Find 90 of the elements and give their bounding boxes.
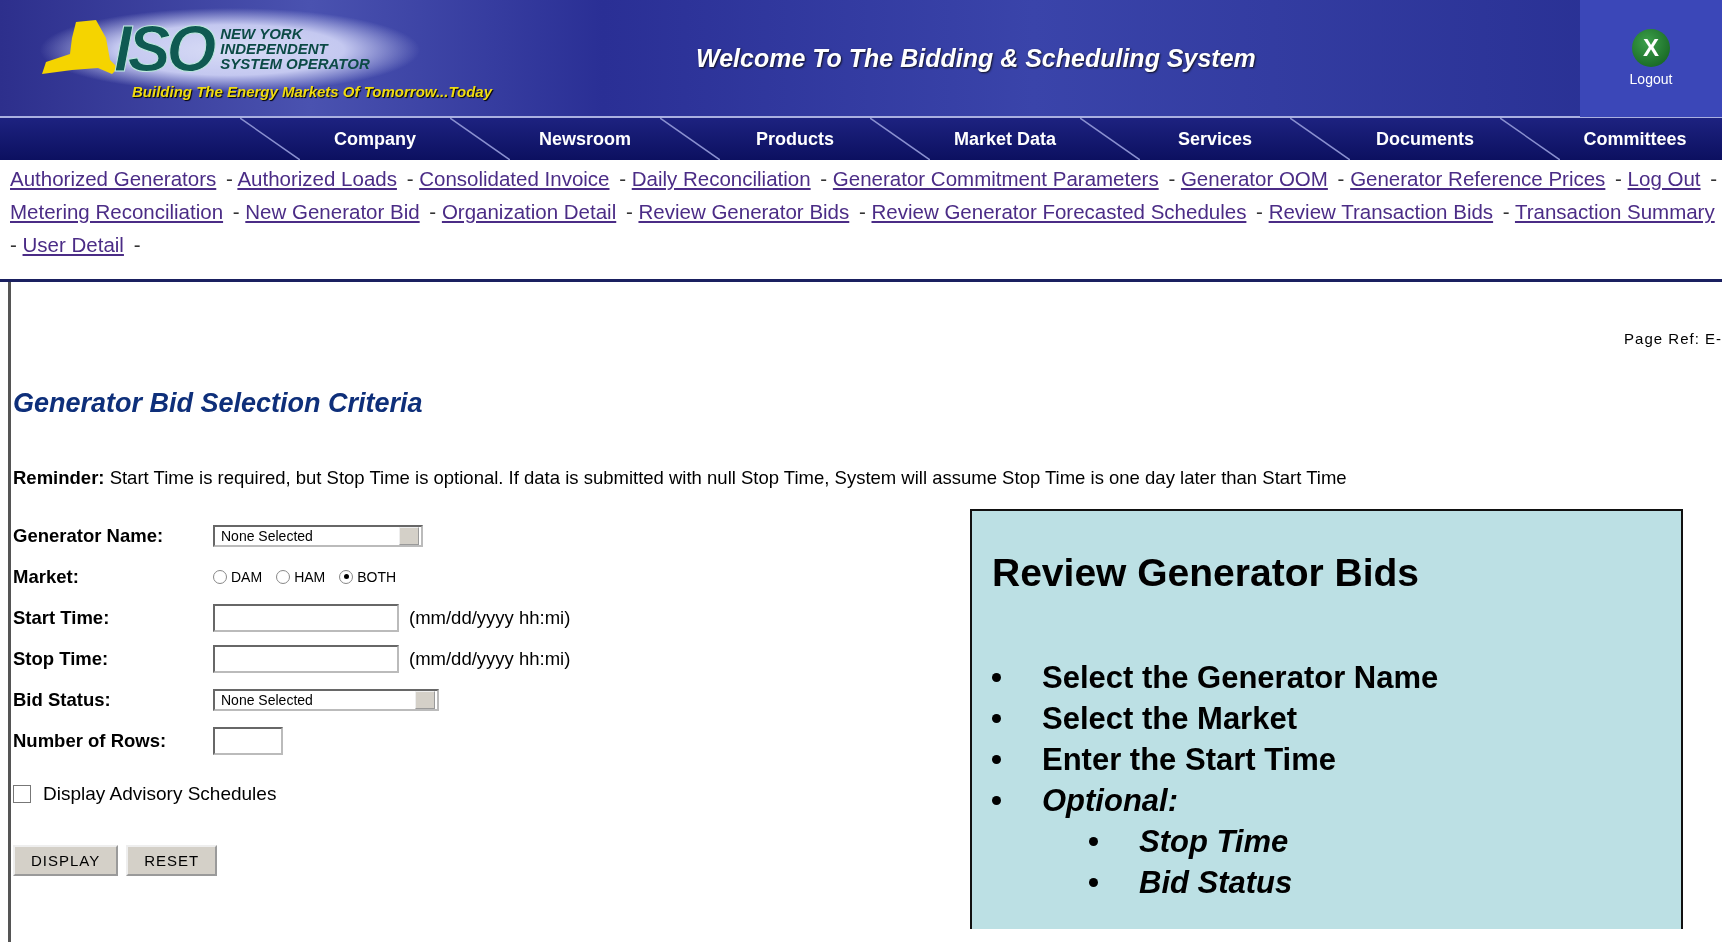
field-label: Stop Time: bbox=[13, 647, 110, 670]
checkbox[interactable] bbox=[13, 785, 31, 803]
logout-label[interactable]: Logout bbox=[1629, 71, 1673, 87]
step-text: Bid Status bbox=[1139, 864, 1293, 902]
link-separator: - bbox=[1337, 167, 1345, 190]
nav-item[interactable]: Newsroom bbox=[510, 128, 660, 150]
field-label: Bid Status: bbox=[13, 688, 112, 711]
link-separator: - bbox=[10, 233, 17, 256]
form-button[interactable]: DISPLAY bbox=[13, 845, 119, 876]
section-heading: Generator Bid Selection Criteria bbox=[13, 388, 424, 419]
nav-item[interactable]: Products bbox=[720, 128, 870, 150]
nav-link[interactable]: Transaction Summary bbox=[1514, 200, 1719, 223]
radio-label: BOTH bbox=[357, 568, 397, 585]
nav-link[interactable]: Daily Reconciliation bbox=[631, 167, 815, 190]
bullet-icon bbox=[1089, 837, 1098, 846]
page-ref: Page Ref: E- bbox=[1624, 330, 1722, 347]
link-separator: - bbox=[1168, 167, 1176, 190]
nav-divider bbox=[1080, 118, 1140, 160]
logo-text: SYSTEM OPERATOR bbox=[220, 56, 370, 71]
nav-link[interactable]: Authorized Loads bbox=[237, 167, 401, 190]
nav-link[interactable]: Metering Reconciliation bbox=[10, 200, 228, 223]
bullet-icon bbox=[992, 714, 1001, 723]
checkbox-label: Display Advisory Schedules bbox=[43, 783, 277, 805]
nav-divider bbox=[450, 118, 510, 160]
nav-link[interactable]: Consolidated Invoice bbox=[419, 167, 614, 190]
field-label: Generator Name: bbox=[13, 524, 165, 547]
dropdown[interactable]: None Selected bbox=[213, 688, 439, 711]
nav-divider bbox=[1290, 118, 1350, 160]
field-label: Start Time: bbox=[13, 606, 111, 629]
nav-link[interactable]: Generator OOM bbox=[1180, 167, 1332, 190]
tagline: Building The Energy Markets Of Tomorrow...Today bbox=[132, 82, 494, 100]
bullet-icon bbox=[992, 796, 1001, 805]
field-label: Market: bbox=[13, 565, 80, 588]
bullet-icon bbox=[992, 673, 1001, 682]
nav-link[interactable]: New Generator Bid bbox=[245, 200, 424, 223]
nav-link[interactable]: Authorized Generators bbox=[10, 167, 221, 190]
link-separator: - bbox=[406, 167, 414, 190]
dropdown[interactable]: None Selected bbox=[213, 524, 423, 547]
link-separator: - bbox=[1615, 167, 1622, 190]
link-separator: - bbox=[1256, 200, 1263, 223]
field-label: Number of Rows: bbox=[13, 729, 168, 752]
link-separator: - bbox=[858, 200, 866, 223]
nav-divider bbox=[1500, 118, 1560, 160]
nav-divider bbox=[240, 118, 300, 160]
bullet-icon bbox=[1089, 878, 1098, 887]
nav-item[interactable]: Committees bbox=[1560, 128, 1710, 150]
format-hint: (mm/dd/yyyy hh:mi) bbox=[409, 606, 571, 629]
nav-divider bbox=[660, 118, 720, 160]
reminder-text: Reminder: Start Time is required, but Stop Time is optional. If data is submitted with null Stop Time, System will assume Stop Time is one day later than Start Time bbox=[13, 467, 1348, 489]
link-separator: - bbox=[625, 200, 633, 223]
logo-text: NEW YORK bbox=[220, 26, 304, 41]
radio-label: HAM bbox=[294, 568, 326, 585]
logo-text: INDEPENDENT bbox=[220, 41, 330, 56]
link-separator: - bbox=[1502, 200, 1510, 223]
callout-title: Review Generator Bids bbox=[992, 551, 1420, 595]
nav-link[interactable]: Organization Detail bbox=[441, 200, 621, 223]
nav-link[interactable]: Generator Reference Prices bbox=[1350, 167, 1610, 190]
nav-item[interactable]: Services bbox=[1140, 128, 1290, 150]
form-button[interactable]: RESET bbox=[126, 845, 218, 876]
logo-letters: ISO bbox=[114, 16, 213, 81]
link-separator: - bbox=[1710, 167, 1718, 190]
nav-link[interactable]: Review Transaction Bids bbox=[1268, 200, 1498, 223]
input-field[interactable] bbox=[213, 603, 399, 632]
page-banner-title: Welcome To The Bidding & Scheduling System bbox=[696, 43, 1256, 73]
radio-label: DAM bbox=[231, 568, 263, 585]
link-separator: - bbox=[232, 200, 240, 223]
input-field[interactable] bbox=[213, 726, 283, 755]
logout-button[interactable]: X bbox=[1632, 29, 1670, 67]
link-separator: - bbox=[429, 200, 437, 223]
link-separator: - bbox=[820, 167, 828, 190]
step-text: Select the Market bbox=[1042, 700, 1297, 738]
nav-divider bbox=[870, 118, 930, 160]
nav-link[interactable]: Generator Commitment Parameters bbox=[832, 167, 1163, 190]
step-text: Enter the Start Time bbox=[1042, 741, 1336, 779]
nav-item[interactable]: Documents bbox=[1350, 128, 1500, 150]
input-field[interactable] bbox=[213, 644, 399, 673]
link-separator: - bbox=[225, 167, 233, 190]
nav-link[interactable]: Log Out bbox=[1627, 167, 1705, 190]
nav-link[interactable]: Review Generator Forecasted Schedules bbox=[871, 200, 1251, 223]
nav-link[interactable]: Review Generator Bids bbox=[638, 200, 854, 223]
nav-link[interactable]: User Detail bbox=[22, 233, 128, 256]
step-text: Optional: bbox=[1042, 782, 1179, 820]
nav-item[interactable]: Company bbox=[300, 128, 450, 150]
step-text: Select the Generator Name bbox=[1042, 659, 1439, 697]
link-separator: - bbox=[619, 167, 627, 190]
nav-item[interactable]: Market Data bbox=[930, 128, 1080, 150]
format-hint: (mm/dd/yyyy hh:mi) bbox=[409, 647, 571, 670]
step-text: Stop Time bbox=[1139, 823, 1289, 861]
link-separator: - bbox=[133, 233, 141, 256]
bullet-icon bbox=[992, 755, 1001, 764]
